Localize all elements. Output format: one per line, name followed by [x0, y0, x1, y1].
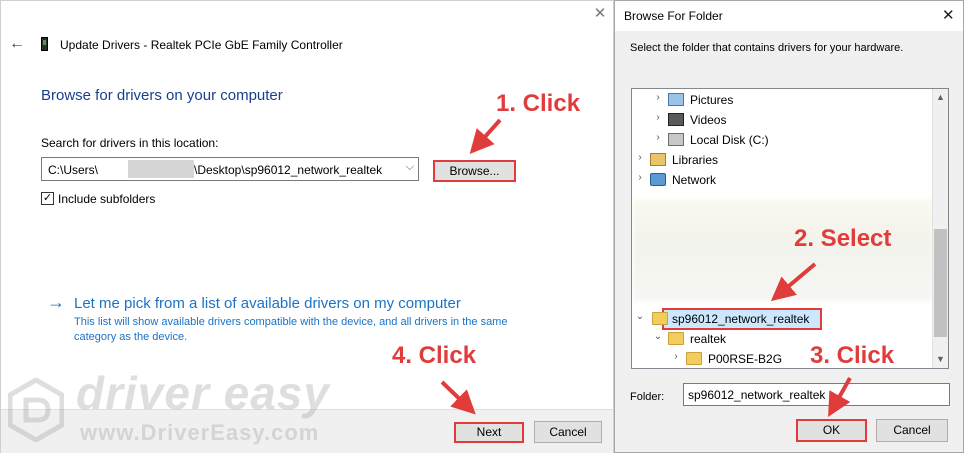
- ok-button[interactable]: OK: [796, 419, 867, 442]
- include-subfolders-checkbox[interactable]: ✓: [41, 192, 54, 205]
- chevron-down-icon[interactable]: ⌵: [406, 161, 414, 174]
- path-suffix: \Desktop\sp96012_network_realtek: [194, 163, 383, 177]
- annotation-step4: 4. Click: [392, 342, 477, 369]
- libraries-icon: [650, 153, 666, 166]
- folder-input-value: sp96012_network_realtek: [688, 388, 826, 402]
- tree-item-label: sp96012_network_realtek: [672, 312, 810, 326]
- folder-tree[interactable]: › Pictures › Videos › Local Disk (C:) › …: [631, 88, 949, 369]
- dialog-close-icon[interactable]: ✕: [942, 6, 955, 24]
- folder-icon: [652, 312, 668, 325]
- page-heading: Browse for drivers on your computer: [41, 87, 283, 104]
- videos-icon: [668, 113, 684, 126]
- include-subfolders-label: Include subfolders: [58, 192, 156, 206]
- chevron-right-icon[interactable]: ›: [634, 152, 646, 163]
- annotation-step1: 1. Click: [496, 90, 581, 117]
- scroll-up-icon[interactable]: ▲: [934, 92, 947, 102]
- wizard-close-icon[interactable]: ✕: [591, 5, 609, 23]
- annotation-step2: 2. Select: [794, 225, 892, 252]
- dialog-title: Browse For Folder: [624, 9, 723, 23]
- watermark-url: www.DriverEasy.com: [80, 420, 320, 445]
- tree-item-label: Network: [672, 173, 717, 187]
- chevron-right-icon[interactable]: ›: [670, 351, 682, 362]
- chevron-down-icon[interactable]: ⌄: [634, 311, 646, 322]
- dialog-instruction: Select the folder that contains drivers …: [630, 42, 904, 54]
- redacted-username: [128, 160, 194, 178]
- watermark-brand: driver easy: [76, 367, 330, 419]
- browse-for-folder-dialog: Browse For Folder ✕ Select the folder th…: [614, 0, 964, 453]
- wizard-title: Update Drivers - Realtek PCIe GbE Family…: [60, 38, 343, 52]
- pick-from-list-link[interactable]: Let me pick from a list of available dri…: [74, 295, 461, 312]
- tree-item-label: Videos: [690, 113, 727, 127]
- chevron-down-icon[interactable]: ⌄: [652, 331, 664, 342]
- next-button[interactable]: Next: [454, 422, 524, 443]
- pick-from-list-description: This list will show available drivers co…: [74, 316, 508, 343]
- tree-item-label: realtek: [690, 332, 727, 346]
- chevron-right-icon[interactable]: ›: [652, 132, 664, 143]
- network-icon: [650, 173, 666, 186]
- network-device-icon: [41, 37, 48, 51]
- tree-item-label: P00RSE-B2G: [708, 352, 783, 366]
- back-arrow-icon[interactable]: ←: [9, 35, 25, 53]
- annotation-step3: 3. Click: [810, 342, 895, 369]
- driver-path-combobox[interactable]: C:\Users\ \Desktop\sp96012_network_realt…: [41, 157, 419, 181]
- search-location-label: Search for drivers in this location:: [41, 136, 219, 150]
- wizard-cancel-button[interactable]: Cancel: [534, 421, 602, 443]
- chevron-right-icon[interactable]: ›: [634, 172, 646, 183]
- browse-button[interactable]: Browse...: [433, 160, 516, 182]
- arrow-right-icon[interactable]: →: [47, 292, 65, 313]
- scrollbar-thumb[interactable]: [934, 229, 947, 337]
- dialog-cancel-button[interactable]: Cancel: [876, 419, 948, 442]
- folder-label: Folder:: [630, 391, 665, 403]
- chevron-right-icon[interactable]: ›: [652, 92, 664, 103]
- driver-easy-logo-icon: [8, 378, 64, 442]
- chevron-right-icon[interactable]: ›: [652, 112, 664, 123]
- disk-icon: [668, 133, 684, 146]
- pictures-icon: [668, 93, 684, 106]
- tree-item-label: Local Disk (C:): [690, 133, 769, 147]
- tree-item-label: Libraries: [672, 153, 719, 167]
- tree-item-label: Pictures: [690, 93, 734, 107]
- folder-icon: [686, 352, 702, 365]
- scroll-down-icon[interactable]: ▼: [934, 354, 947, 364]
- folder-icon: [668, 332, 684, 345]
- folder-input[interactable]: sp96012_network_realtek: [683, 383, 950, 406]
- path-prefix: C:\Users\: [48, 163, 99, 177]
- dialog-titlebar: Browse For Folder ✕: [615, 1, 963, 31]
